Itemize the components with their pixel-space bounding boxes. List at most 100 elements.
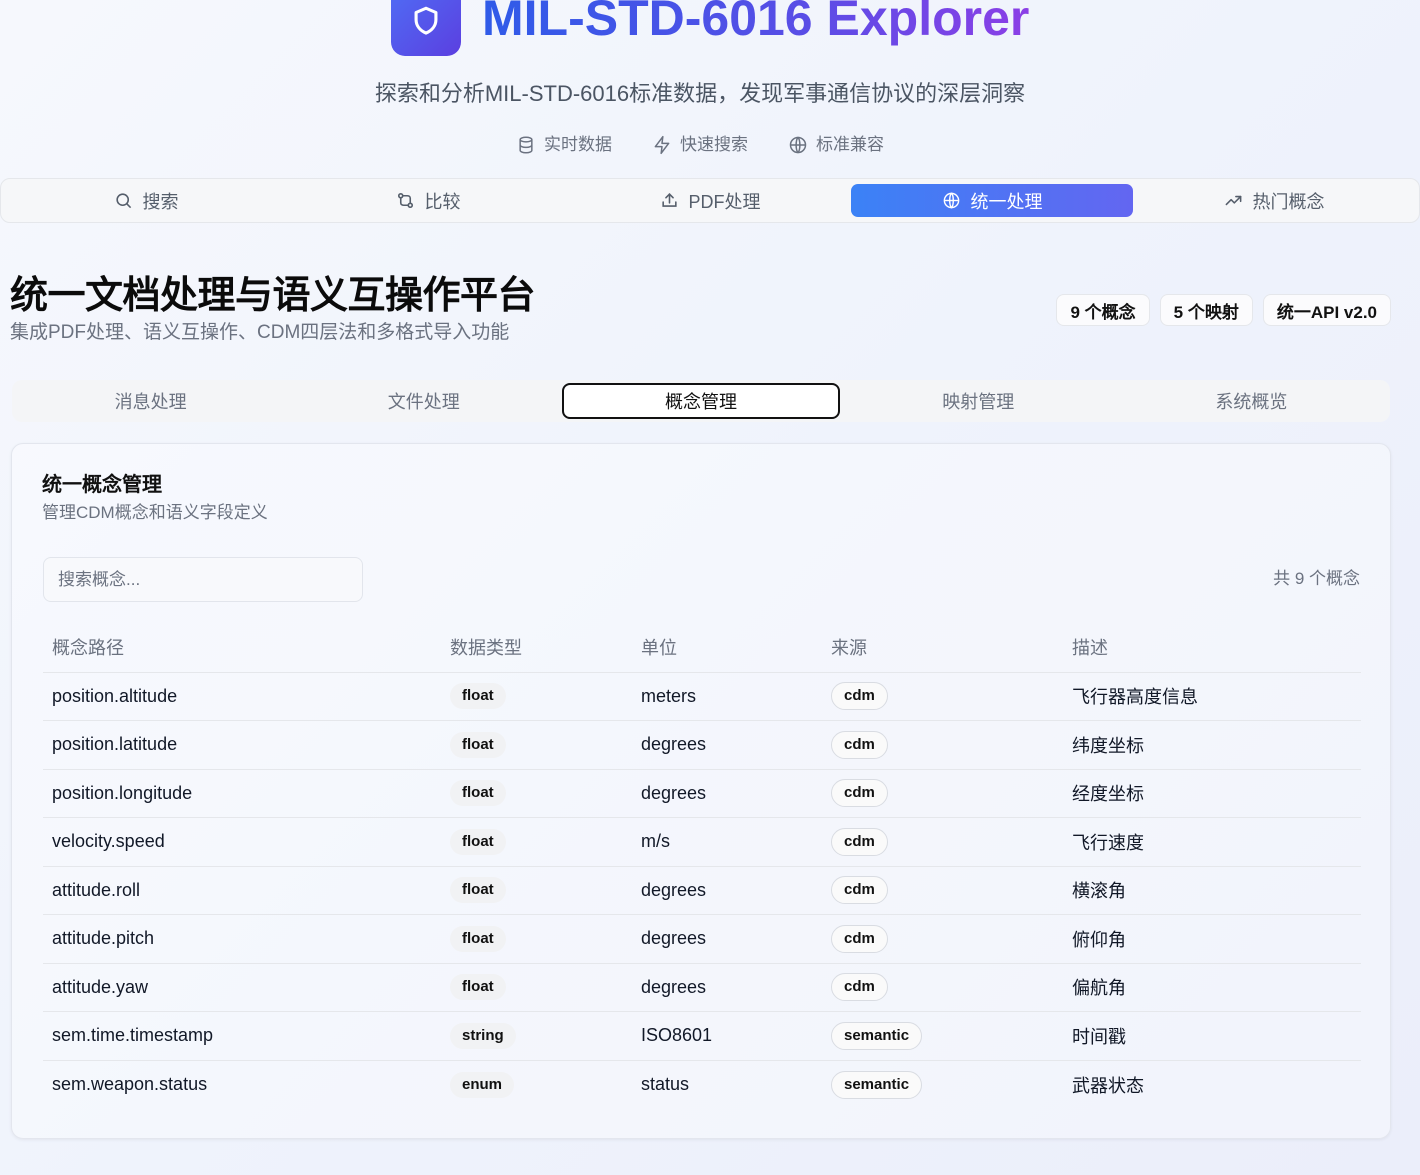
tab-compare[interactable]: 比较 [287, 184, 569, 217]
cell-path: position.altitude [43, 672, 441, 721]
type-badge: float [450, 731, 506, 758]
search-icon [115, 193, 131, 209]
source-badge: cdm [831, 779, 888, 808]
tab-trending[interactable]: 热门概念 [1133, 184, 1415, 217]
tab-unified[interactable]: 统一处理 [851, 184, 1133, 217]
stat-badges: 9 个概念 5 个映射 统一API v2.0 [1056, 294, 1391, 326]
shield-logo [391, 0, 461, 56]
trending-up-icon [1225, 195, 1241, 206]
cell-unit: degrees [632, 963, 822, 1012]
table-row[interactable]: velocity.speed float m/s cdm 飞行速度 [43, 817, 1361, 867]
app-title: MIL-STD-6016 Explorer [482, 0, 1029, 48]
tab-search[interactable]: 搜索 [5, 184, 287, 217]
tab-label: 热门概念 [1252, 191, 1325, 212]
api-version-badge: 统一API v2.0 [1262, 294, 1391, 326]
cell-path: velocity.speed [43, 817, 441, 867]
table-row[interactable]: position.altitude float meters cdm 飞行器高度… [43, 672, 1361, 721]
type-badge: float [450, 877, 506, 904]
cell-path: position.latitude [43, 720, 441, 770]
mapping-count-badge: 5 个映射 [1159, 294, 1253, 326]
col-header-unit: 单位 [632, 622, 822, 673]
concept-table: 概念路径 数据类型 单位 来源 描述 position.altitude flo… [43, 622, 1361, 1109]
subtab-files[interactable]: 文件处理 [287, 383, 560, 419]
cell-desc: 飞行速度 [1063, 817, 1361, 867]
table-row[interactable]: sem.time.timestamp string ISO8601 semant… [43, 1011, 1361, 1061]
shield-icon [414, 6, 438, 35]
compare-icon [397, 192, 413, 209]
hero-section: MIL-STD-6016 Explorer 探索和分析MIL-STD-6016标… [0, 0, 1420, 175]
cell-unit: degrees [632, 769, 822, 818]
cell-path: position.longitude [43, 769, 441, 818]
source-badge: cdm [831, 876, 888, 905]
sub-tab-bar: 消息处理 文件处理 概念管理 映射管理 系统概览 [12, 380, 1390, 422]
database-icon [519, 136, 533, 154]
cell-desc: 经度坐标 [1063, 769, 1361, 818]
cell-path: sem.weapon.status [52, 1074, 208, 1094]
cell-desc: 偏航角 [1063, 963, 1361, 1012]
table-body: position.altitude float meters cdm 飞行器高度… [43, 672, 1361, 1109]
globe-icon [943, 192, 959, 209]
table-row[interactable]: position.longitude float degrees cdm 经度坐… [43, 769, 1361, 818]
feature-realtime: 实时数据 [516, 132, 612, 158]
col-header-type: 数据类型 [441, 622, 632, 673]
cell-unit: m/s [632, 817, 822, 867]
table-row[interactable]: attitude.pitch float degrees cdm 俯仰角 [43, 914, 1361, 964]
table-row[interactable]: sem.weapon.status enum status semantic 武… [43, 1060, 1361, 1109]
concept-count-badge: 9 个概念 [1056, 294, 1150, 326]
cell-desc: 飞行器高度信息 [1063, 672, 1361, 721]
col-header-path: 概念路径 [43, 622, 441, 673]
source-badge: cdm [831, 730, 888, 759]
tab-label: 比较 [424, 191, 461, 212]
cell-path: attitude.roll [43, 866, 441, 915]
cell-desc: 武器状态 [1072, 1075, 1144, 1096]
concept-search-input[interactable] [43, 557, 363, 602]
cell-unit: status [641, 1074, 690, 1094]
type-badge: float [450, 974, 506, 1001]
subtab-messages[interactable]: 消息处理 [14, 383, 287, 419]
source-badge: semantic [831, 1070, 923, 1099]
tab-label: PDF处理 [688, 191, 761, 212]
zap-icon [654, 135, 670, 155]
app-subtitle: 探索和分析MIL-STD-6016标准数据，发现军事通信协议的深层洞察 [374, 81, 1026, 106]
source-badge: cdm [831, 924, 888, 953]
cell-unit: degrees [632, 866, 822, 915]
cell-path: attitude.yaw [43, 963, 441, 1012]
concept-count: 共 9 个概念 [1273, 569, 1360, 588]
feature-label: 快速搜索 [680, 135, 748, 154]
cell-unit: ISO8601 [632, 1011, 822, 1061]
card-subtitle: 管理CDM概念和语义字段定义 [42, 503, 268, 522]
table-row[interactable]: attitude.roll float degrees cdm 横滚角 [43, 866, 1361, 915]
upload-icon [661, 193, 677, 207]
cell-desc: 纬度坐标 [1063, 720, 1361, 770]
source-badge: cdm [831, 827, 888, 856]
feature-list: 实时数据 快速搜索 标准兼容 [0, 132, 1400, 158]
table-header-row: 概念路径 数据类型 单位 来源 描述 [43, 622, 1361, 673]
cell-desc: 横滚角 [1063, 866, 1361, 915]
cell-desc: 时间戳 [1063, 1011, 1361, 1061]
source-badge: cdm [831, 973, 888, 1002]
feature-label: 实时数据 [544, 135, 612, 154]
type-badge: string [450, 1022, 516, 1049]
tab-label: 搜索 [142, 191, 179, 212]
type-badge: float [450, 925, 506, 952]
tab-label: 统一处理 [970, 191, 1043, 212]
cell-unit: degrees [632, 720, 822, 770]
feature-standard: 标准兼容 [788, 132, 884, 158]
tab-pdf[interactable]: PDF处理 [569, 184, 851, 217]
cell-path: sem.time.timestamp [43, 1011, 441, 1061]
card-title: 统一概念管理 [42, 474, 162, 496]
type-badge: float [450, 683, 506, 710]
subtab-mappings[interactable]: 映射管理 [842, 383, 1115, 419]
col-header-source: 来源 [822, 622, 1063, 673]
page-subtitle: 集成PDF处理、语义互操作、CDM四层法和多格式导入功能 [10, 322, 510, 343]
feature-label: 标准兼容 [816, 135, 884, 154]
subtab-overview[interactable]: 系统概览 [1115, 383, 1388, 419]
source-badge: cdm [831, 682, 888, 711]
cell-unit: degrees [632, 914, 822, 964]
table-row[interactable]: position.latitude float degrees cdm 纬度坐标 [43, 720, 1361, 770]
page-title: 统一文档处理与语义互操作平台 [10, 275, 536, 317]
subtab-concepts[interactable]: 概念管理 [562, 383, 840, 419]
table-row[interactable]: attitude.yaw float degrees cdm 偏航角 [43, 963, 1361, 1012]
main-tab-bar: 搜索 比较 PDF处理 统一处理 热门概念 [0, 178, 1420, 223]
col-header-desc: 描述 [1063, 622, 1361, 673]
